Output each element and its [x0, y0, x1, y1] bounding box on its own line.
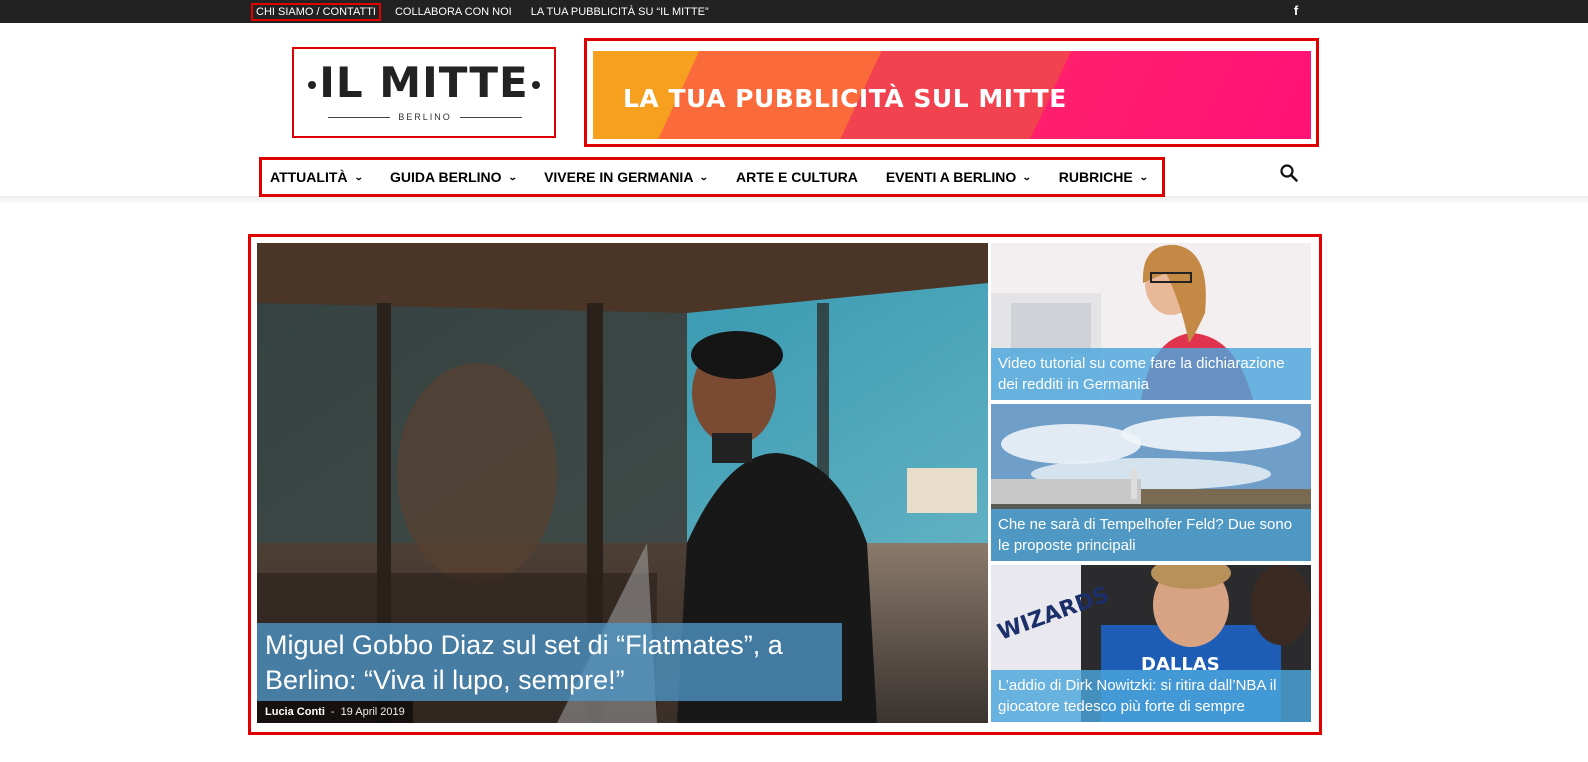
chevron-down-icon: ⌄ [1138, 171, 1149, 182]
ad-banner[interactable]: LA TUA PUBBLICITÀ SUL MITTE [593, 51, 1311, 139]
search-icon[interactable] [1279, 163, 1299, 183]
chevron-down-icon: ⌄ [353, 171, 364, 182]
nav-item-eventi-a-berlino[interactable]: EVENTI A BERLINO ⌄ [885, 169, 1032, 185]
nav-item-label: ATTUALITÀ [270, 169, 348, 185]
meta-separator: - [330, 706, 335, 718]
logo-rule-right [460, 117, 522, 118]
article-meta: Lucia Conti - 19 April 2019 [257, 701, 413, 723]
nav-item-label: RUBRICHE [1058, 169, 1133, 185]
nav-item-label: ARTE E CULTURA [735, 169, 858, 185]
article-author[interactable]: Lucia Conti [265, 706, 325, 718]
logo-subtitle-row: BERLINO [328, 111, 522, 123]
chevron-down-icon: ⌄ [1022, 171, 1032, 182]
chevron-down-icon: ⌄ [699, 171, 710, 182]
nav-divider [0, 196, 1588, 204]
ad-banner-text: LA TUA PUBBLICITÀ SUL MITTE [623, 84, 1067, 113]
side-article-title[interactable]: Che ne sarà di Tempelhofer Feld? Due son… [991, 509, 1311, 561]
logo-dot-right [532, 81, 540, 89]
nav-item-label: EVENTI A BERLINO [885, 169, 1017, 185]
featured-side-article-3[interactable]: WIZARDS DALLAS L’addio di Dirk Nowitzki:… [991, 565, 1311, 722]
logo-title: IL MITTE [319, 58, 529, 107]
top-bar: CHI SIAMO / CONTATTI COLLABORA CON NOI L… [0, 0, 1588, 23]
nav-item-rubriche[interactable]: RUBRICHE ⌄ [1058, 169, 1149, 185]
top-link-collabora[interactable]: COLLABORA CON NOI [395, 6, 512, 18]
nav-item-label: VIVERE IN GERMANIA [544, 169, 694, 185]
top-links: CHI SIAMO / CONTATTI COLLABORA CON NOI L… [251, 0, 728, 23]
nav-item-arte-e-cultura[interactable]: ARTE E CULTURA [736, 169, 858, 185]
side-article-title[interactable]: Video tutorial su come fare la dichiaraz… [991, 348, 1311, 400]
top-link-pubblicita[interactable]: LA TUA PUBBLICITÀ SU “IL MITTE” [531, 6, 709, 18]
top-link-chi-siamo[interactable]: CHI SIAMO / CONTATTI [251, 2, 381, 21]
article-date: 19 April 2019 [340, 706, 405, 718]
featured-side-article-1[interactable]: Video tutorial su come fare la dichiaraz… [991, 243, 1311, 400]
logo-highlight: IL MITTE BERLINO [292, 47, 556, 138]
facebook-icon[interactable]: f [1290, 4, 1302, 18]
featured-side-article-2[interactable]: Che ne sarà di Tempelhofer Feld? Due son… [991, 404, 1311, 561]
side-article-title[interactable]: L’addio di Dirk Nowitzki: si ritira dall… [991, 670, 1311, 722]
main-nav: ATTUALITÀ ⌄ GUIDA BERLINO ⌄ VIVERE IN GE… [259, 157, 1165, 197]
nav-item-vivere-in-germania[interactable]: VIVERE IN GERMANIA ⌄ [544, 169, 710, 185]
featured-main-article[interactable]: Miguel Gobbo Diaz sul set di “Flatmates”… [257, 243, 988, 723]
nav-item-label: GUIDA BERLINO [390, 169, 502, 185]
ad-highlight: LA TUA PUBBLICITÀ SUL MITTE [584, 38, 1319, 147]
chevron-down-icon: ⌄ [507, 171, 518, 182]
featured-main-title[interactable]: Miguel Gobbo Diaz sul set di “Flatmates”… [257, 623, 842, 701]
nav-item-attualita[interactable]: ATTUALITÀ ⌄ [270, 169, 364, 185]
site-logo[interactable]: IL MITTE BERLINO [308, 59, 540, 125]
nav-item-guida-berlino[interactable]: GUIDA BERLINO ⌄ [390, 169, 518, 185]
